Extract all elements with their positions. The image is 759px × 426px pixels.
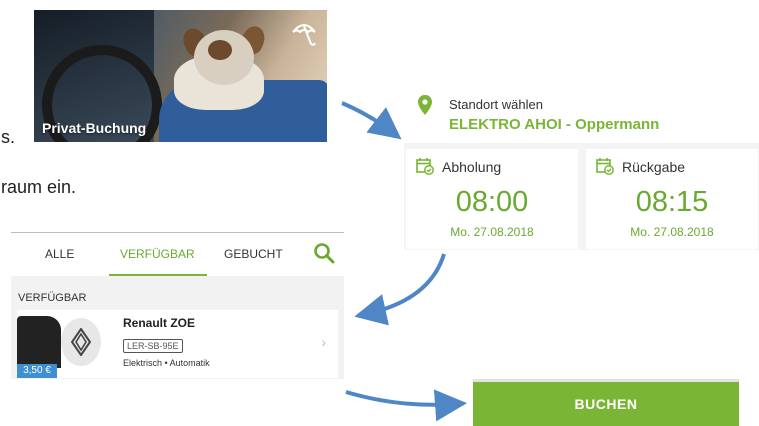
list-item[interactable]: 3,50 € Renault ZOE LER-SB-95E Elektrisch…: [17, 310, 338, 378]
car-name: Renault ZOE: [123, 316, 196, 330]
return-date: Mo. 27.08.2018: [630, 225, 714, 239]
pickup-time: 08:00: [455, 186, 529, 218]
booking-panel: Standort wählen ELEKTRO AHOI - Oppermann…: [404, 85, 759, 250]
location-selector[interactable]: Standort wählen ELEKTRO AHOI - Oppermann: [404, 85, 759, 143]
private-booking-card[interactable]: Privat-Buchung: [34, 10, 327, 142]
tab-all[interactable]: ALLE: [45, 247, 74, 261]
location-value: ELEKTRO AHOI - Oppermann: [449, 116, 660, 133]
renault-logo-icon: [71, 328, 91, 356]
chevron-right-icon: ›: [321, 334, 326, 350]
car-thumbnail: [17, 316, 61, 368]
book-button[interactable]: BUCHEN: [473, 379, 739, 426]
car-description: Elektrisch • Automatik: [123, 358, 210, 368]
umbrella-icon: [292, 24, 316, 46]
location-label: Standort wählen: [449, 97, 543, 112]
arrow-photo-to-location: [341, 101, 402, 140]
calendar-check-icon: [596, 158, 614, 175]
arrow-panel-to-list: [354, 253, 446, 326]
text-fragment-1: s.: [1, 127, 16, 147]
pickup-label: Abholung: [442, 159, 502, 175]
return-label: Rückgabe: [622, 159, 686, 175]
tab-available[interactable]: VERFÜGBAR: [120, 247, 195, 261]
dog-spot: [208, 40, 232, 60]
price-badge: 3,50 €: [17, 364, 57, 378]
card-label: Privat-Buchung: [42, 120, 147, 136]
license-plate: LER-SB-95E: [123, 339, 183, 353]
calendar-check-icon: [416, 158, 434, 175]
return-time-box[interactable]: Rückgabe 08:15 Mo. 27.08.2018: [586, 149, 758, 249]
text-fragment-2: raum ein.: [1, 177, 77, 197]
filter-tabs: ALLE VERFÜGBAR GEBUCHT: [11, 232, 344, 277]
pickup-time-box[interactable]: Abholung 08:00 Mo. 27.08.2018: [406, 149, 578, 249]
vehicle-list: VERFÜGBAR 3,50 € Renault ZOE LER-SB-95E …: [11, 276, 344, 379]
map-pin-icon: [418, 95, 432, 115]
pickup-date: Mo. 27.08.2018: [450, 225, 534, 239]
brand-logo: [61, 318, 101, 366]
section-header: VERFÜGBAR: [18, 292, 87, 304]
arrow-list-to-book: [345, 389, 467, 422]
tab-booked[interactable]: GEBUCHT: [224, 247, 283, 261]
search-icon[interactable]: [313, 242, 335, 264]
return-time: 08:15: [635, 186, 709, 218]
